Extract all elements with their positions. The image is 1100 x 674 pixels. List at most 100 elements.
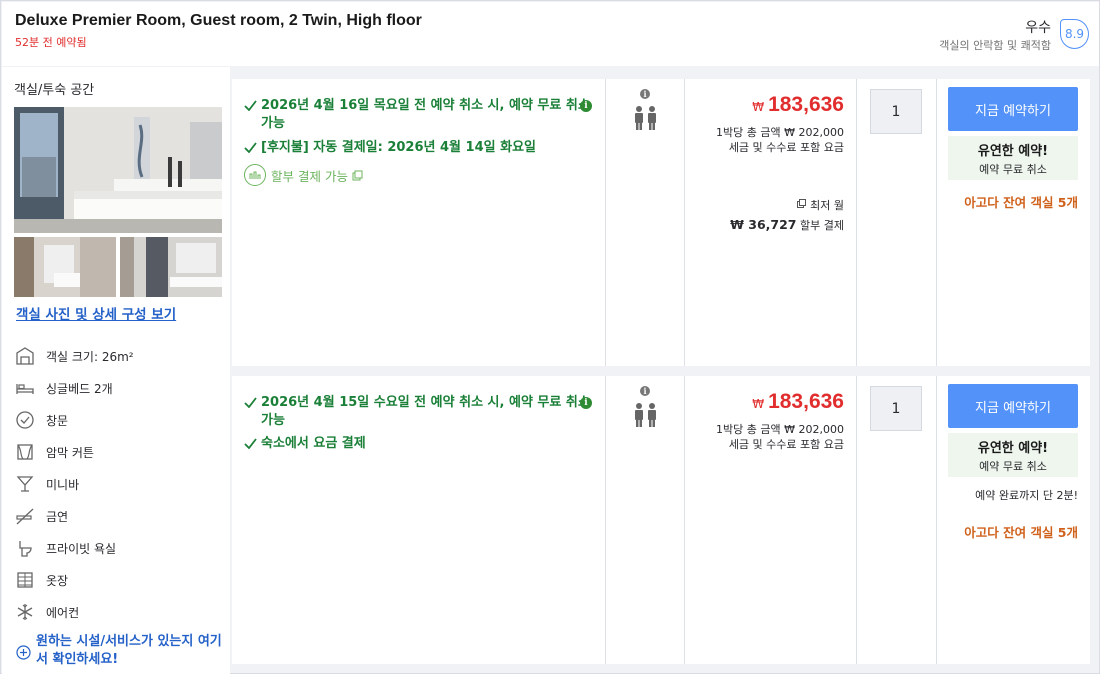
monthly-amount: ₩ 36,727 (730, 217, 797, 232)
amenity-air-conditioning: 에어컨 (14, 600, 79, 624)
plus-circle-icon (16, 645, 31, 660)
free-cancellation-text: 예약 무료 취소 (979, 163, 1047, 176)
amenity-wardrobe: 옷장 (14, 568, 68, 592)
facility-check-link[interactable]: 원하는 시설/서비스가 있는지 여기서 확인하세요! (16, 633, 226, 669)
amenity-label: 에어컨 (46, 605, 80, 620)
info-icon: i (640, 386, 650, 396)
room-thumbnail-1[interactable] (14, 237, 116, 297)
cancellation-policy: 2026년 4월 15일 수요일 전 예약 취소 시, 예약 무료 취소 가능 (244, 394, 594, 430)
amenity-minibar: 미니바 (14, 472, 79, 496)
checkmark-icon (244, 100, 257, 111)
monthly-installment: ₩ 36,727 할부 결제 (730, 217, 844, 233)
monthly-suffix: 할부 결제 (800, 219, 844, 232)
score-word: 우수 (1025, 20, 1051, 36)
bed-icon (14, 378, 36, 398)
no-smoking-icon (14, 506, 36, 526)
amenity-private-bathroom: 프라이빗 욕실 (14, 536, 116, 560)
amenity-room-size: 객실 크기: 26m² (14, 344, 134, 368)
column-divider (936, 79, 937, 366)
flexible-booking-title: 유연한 예약! (977, 441, 1049, 456)
score-subtitle: 객실의 안락함 및 쾌적함 (939, 39, 1051, 52)
facility-link-label: 원하는 시설/서비스가 있는지 여기서 확인하세요! (36, 634, 222, 667)
amenity-blackout-curtain: 암막 커튼 (14, 440, 94, 464)
room-header: Deluxe Premier Room, Guest room, 2 Twin,… (2, 2, 1099, 66)
external-link-icon (352, 170, 363, 180)
window-icon (14, 410, 36, 430)
room-size-icon (14, 346, 36, 366)
toilet-icon (14, 538, 36, 558)
column-divider (684, 376, 685, 664)
flexible-booking-box: 유연한 예약! 예약 무료 취소 (948, 433, 1078, 477)
bathroom-photo-image (14, 237, 116, 297)
booking-urgency-text: 예약 완료까지 단 2분! (975, 489, 1078, 502)
checkmark-icon (244, 142, 257, 153)
info-icon: i (640, 89, 650, 99)
amenity-label: 싱글베드 2개 (46, 381, 113, 396)
column-divider (684, 79, 685, 366)
two-adults-icon (635, 403, 656, 427)
cancellation-policy: 2026년 4월 16일 목요일 전 예약 취소 시, 예약 무료 취소 가능 (244, 97, 594, 133)
room-main-photo[interactable] (14, 107, 222, 233)
room-photo-image (14, 107, 222, 233)
price-tax-note: 세금 및 수수료 포함 요금 (728, 141, 844, 154)
column-divider (856, 79, 857, 366)
price-display: ₩ 183,636 (752, 93, 844, 117)
currency-symbol: ₩ (752, 397, 765, 411)
booked-ago-text: 52분 전 예약됨 (15, 36, 87, 49)
amenity-beds: 싱글베드 2개 (14, 376, 113, 400)
column-divider (605, 376, 606, 664)
lowest-monthly-label: 최저 월 (797, 197, 844, 213)
offer-card-2: 2026년 4월 15일 수요일 전 예약 취소 시, 예약 무료 취소 가능 … (232, 376, 1090, 664)
room-gallery-link[interactable]: 객실 사진 및 상세 구성 보기 (16, 303, 176, 323)
amenity-label: 암막 커튼 (46, 445, 94, 460)
room-thumbnail-2[interactable] (120, 237, 222, 297)
checkmark-icon (244, 438, 257, 449)
column-divider (856, 376, 857, 664)
room-listing: Deluxe Premier Room, Guest room, 2 Twin,… (0, 0, 1100, 674)
snowflake-icon (14, 602, 36, 622)
amenity-label: 금연 (46, 509, 69, 524)
amenity-label: 옷장 (46, 573, 69, 588)
free-cancellation-text: 예약 무료 취소 (979, 460, 1047, 473)
score-badge: 8.9 (1060, 19, 1089, 49)
minibar-icon (14, 474, 36, 494)
price-total-note: 1박당 총 금액 ₩ 202,000 (716, 126, 844, 139)
curtain-icon (14, 442, 36, 462)
book-now-button[interactable]: 지금 예약하기 (948, 384, 1078, 428)
room-quantity-select[interactable]: 1 (870, 386, 922, 431)
info-icon[interactable]: i (580, 100, 592, 112)
wardrobe-icon (14, 570, 36, 590)
installment-icon (244, 164, 266, 186)
checkmark-icon (244, 397, 257, 408)
flexible-booking-box: 유연한 예약! 예약 무료 취소 (948, 136, 1078, 180)
book-now-button[interactable]: 지금 예약하기 (948, 87, 1078, 131)
payment-policy: [후지불] 자동 결제일: 2026년 4월 14일 화요일 (244, 139, 594, 157)
rooms-remaining: 아고다 잔여 객실 5개 (964, 525, 1078, 540)
room-title: Deluxe Premier Room, Guest room, 2 Twin,… (15, 12, 422, 29)
currency-symbol: ₩ (752, 100, 765, 114)
room-price: 183,636 (768, 390, 844, 413)
room-quantity-select[interactable]: 1 (870, 89, 922, 134)
column-divider (936, 376, 937, 664)
room-info-column: 객실/투숙 공간 객실 사진 및 상세 구성 보기 객실 크기: 26m² 싱글… (2, 67, 230, 674)
installment-available[interactable]: 할부 결제 가능 (244, 164, 363, 186)
price-tax-note: 세금 및 수수료 포함 요금 (728, 438, 844, 451)
payment-policy: 숙소에서 요금 결제 (244, 435, 594, 453)
amenity-label: 프라이빗 욕실 (46, 541, 117, 556)
price-total-note: 1박당 총 금액 ₩ 202,000 (716, 423, 844, 436)
copy-icon (797, 199, 807, 208)
room-info-heading: 객실/투숙 공간 (14, 83, 95, 98)
amenity-label: 창문 (46, 413, 69, 428)
flexible-booking-title: 유연한 예약! (977, 144, 1049, 159)
rooms-remaining: 아고다 잔여 객실 5개 (964, 195, 1078, 210)
amenity-label: 미니바 (46, 477, 80, 492)
amenity-window: 창문 (14, 408, 68, 432)
offer-card-1: 2026년 4월 16일 목요일 전 예약 취소 시, 예약 무료 취소 가능 … (232, 79, 1090, 366)
price-display: ₩ 183,636 (752, 390, 844, 414)
two-adults-icon (635, 106, 656, 130)
amenity-non-smoking: 금연 (14, 504, 68, 528)
info-icon[interactable]: i (580, 397, 592, 409)
amenity-label: 객실 크기: 26m² (46, 349, 134, 364)
vanity-photo-image (120, 237, 222, 297)
column-divider (605, 79, 606, 366)
